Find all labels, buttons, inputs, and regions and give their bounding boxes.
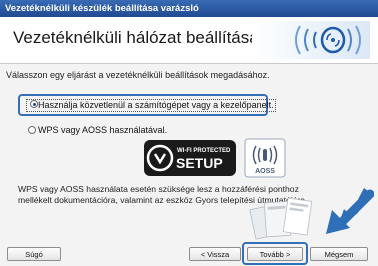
wps-small-text: WI-FI PROTECTED — [177, 148, 231, 154]
help-button[interactable]: Súgó — [7, 247, 61, 261]
instruction-text: Válasszon egy eljárást a vezetéknélküli … — [6, 70, 270, 80]
wizard-window: Vezetéknélküli készülék beállítása varáz… — [0, 0, 378, 266]
radio-wps-aoss[interactable] — [28, 126, 36, 134]
wifi-signal-icon — [252, 21, 370, 59]
cancel-button[interactable]: Mégsem — [310, 247, 368, 261]
aoss-text: AOSS — [255, 168, 275, 175]
wps-logo-icon: WI-FI PROTECTED SETUP — [144, 140, 236, 176]
aoss-logo-icon: AOSS — [244, 138, 286, 178]
wps-big-text: SETUP — [176, 155, 223, 171]
documents-icon — [249, 188, 374, 240]
option-use-computer-label[interactable]: Használja közvetlenül a számítógépet vag… — [26, 99, 276, 112]
page-title: Vezetéknélküli hálózat beállítása — [13, 28, 259, 47]
option-wps-aoss-label[interactable]: WPS vagy AOSS használatával. — [38, 125, 167, 135]
wizard-header: Vezetéknélküli hálózat beállítása — [0, 17, 378, 64]
next-button[interactable]: Tovább > — [247, 247, 303, 261]
window-titlebar: Vezetéknélküli készülék beállítása varáz… — [0, 0, 378, 17]
back-button[interactable]: < Vissza — [189, 247, 241, 261]
